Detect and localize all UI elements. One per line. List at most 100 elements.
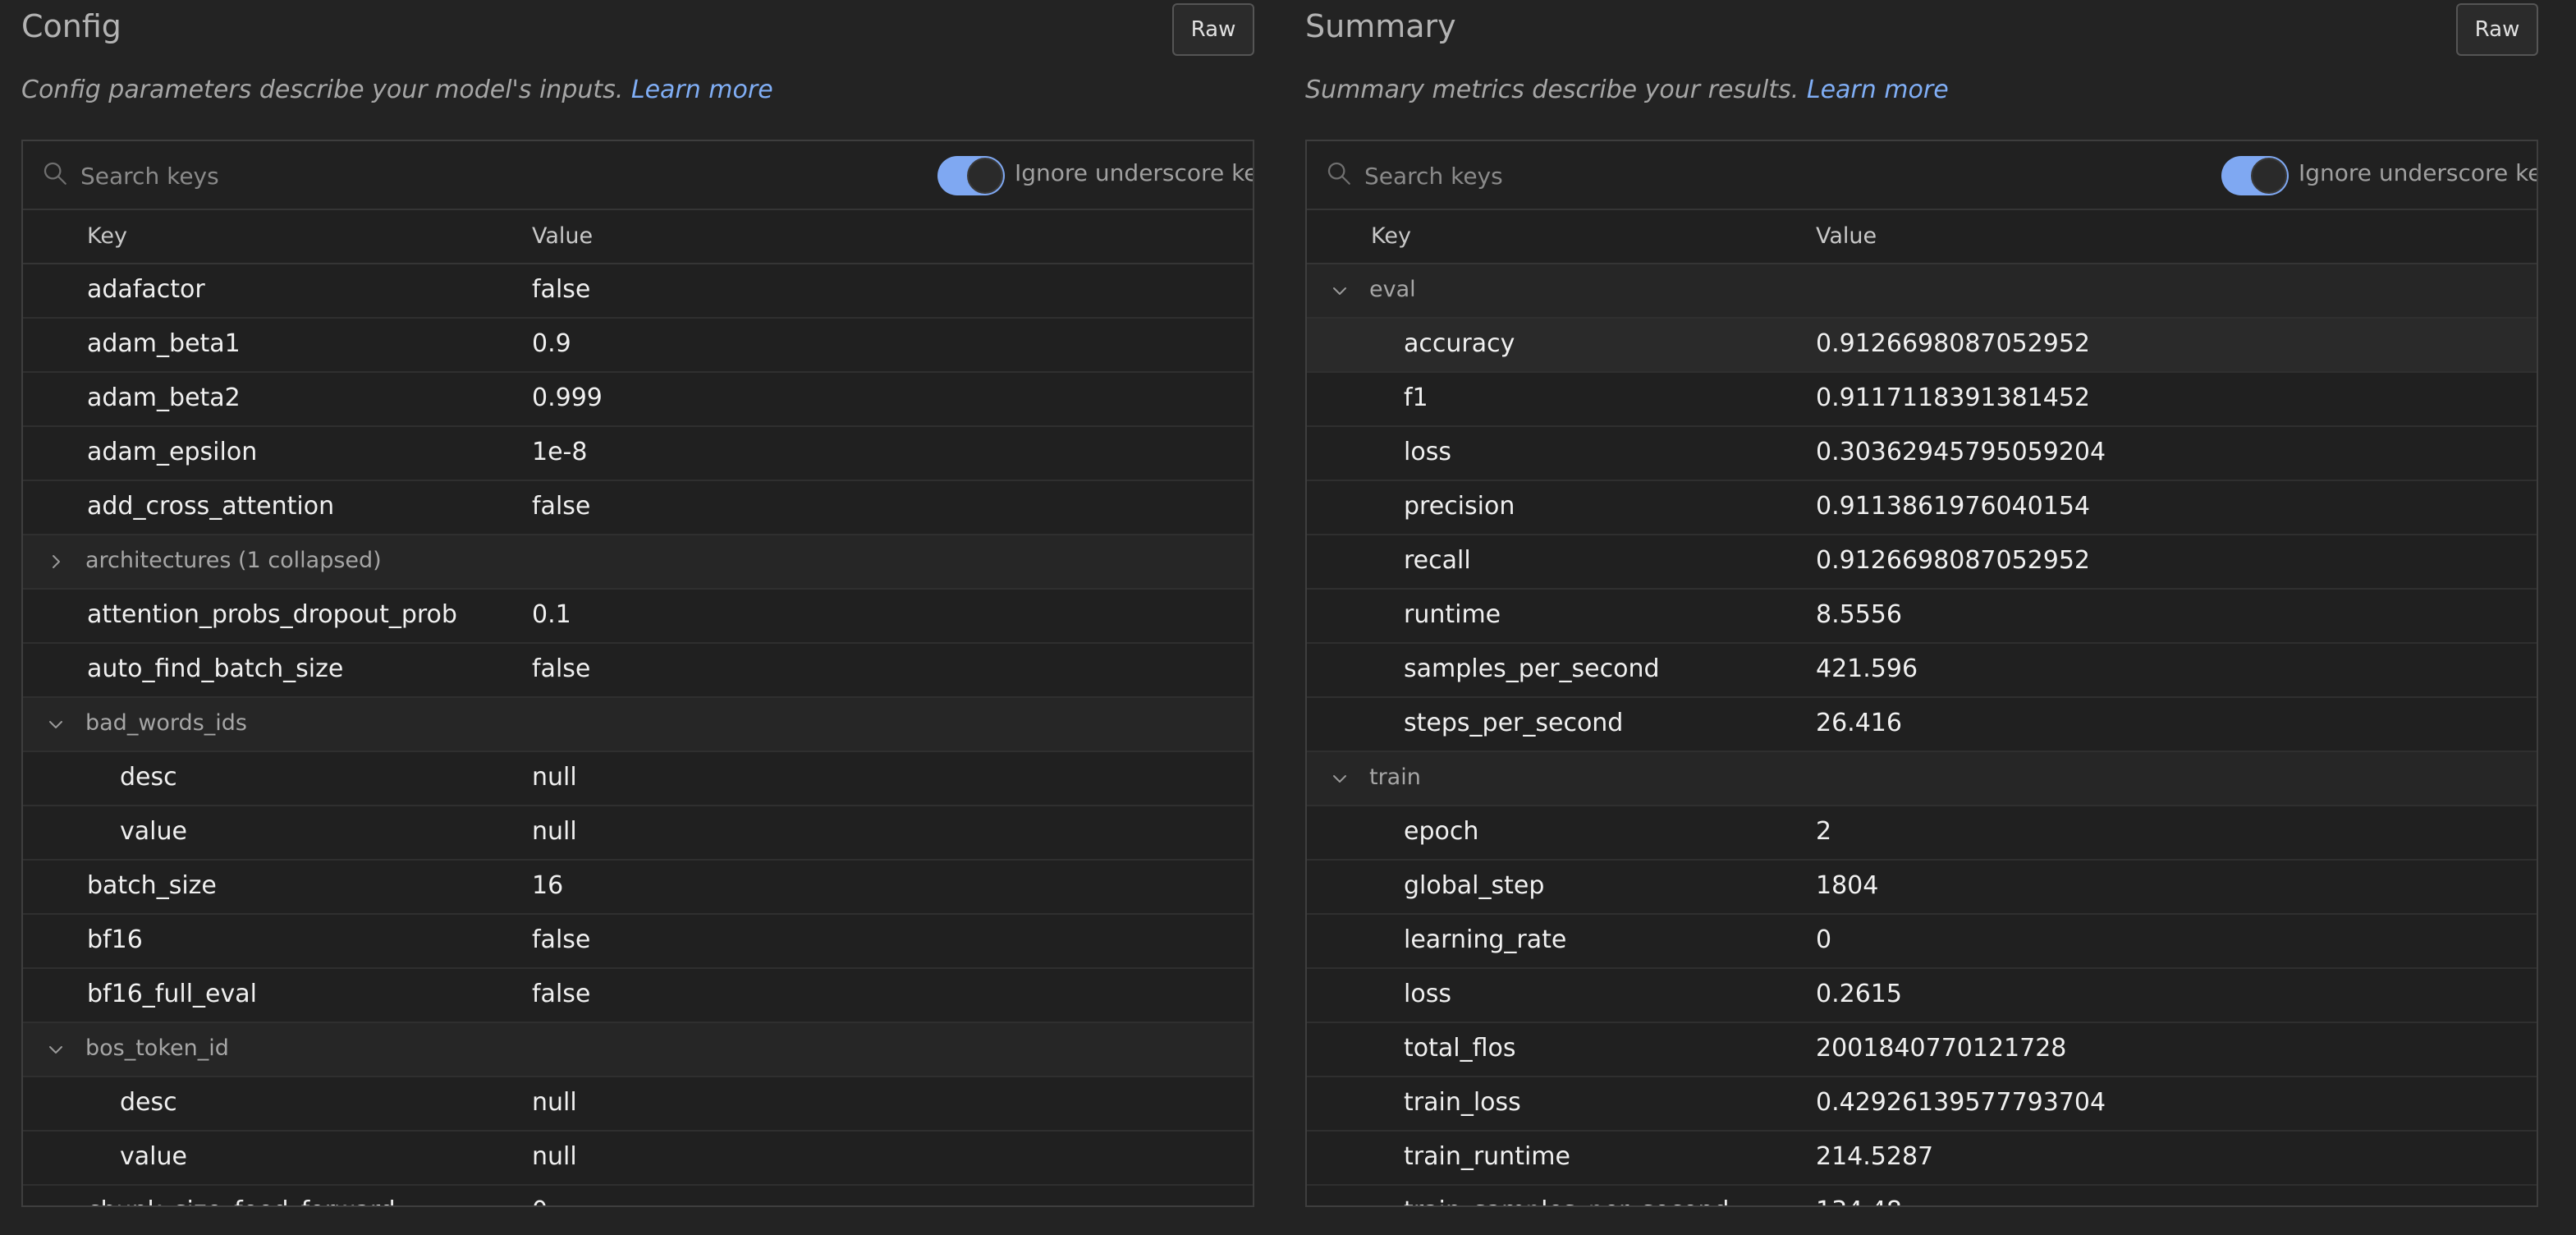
config-group-row[interactable]: bos_token_id xyxy=(23,1023,1253,1077)
summary-table-row: recall 0.9126698087052952 xyxy=(1307,535,2537,590)
config-group-row[interactable]: bad_words_ids xyxy=(23,698,1253,752)
config-search-input[interactable] xyxy=(79,156,821,195)
row-key: desc xyxy=(120,1088,177,1117)
search-icon xyxy=(44,162,66,185)
row-key: chunk_size_feed_forward xyxy=(87,1196,396,1205)
chevron-right-icon[interactable] xyxy=(46,552,66,572)
summary-table-row: loss 0.2615 xyxy=(1307,969,2537,1023)
row-key: auto_find_batch_size xyxy=(87,654,344,683)
row-value: 2 xyxy=(1816,817,1832,846)
summary-raw-button[interactable]: Raw xyxy=(2456,3,2538,56)
row-value: false xyxy=(532,492,591,521)
row-value: 0 xyxy=(532,1196,548,1205)
toggle-knob xyxy=(967,158,1003,194)
row-key: steps_per_second xyxy=(1404,709,1624,737)
row-value: null xyxy=(532,1142,577,1171)
row-key: precision xyxy=(1404,492,1515,521)
row-value: null xyxy=(532,1088,577,1117)
summary-table-row: samples_per_second 421.596 xyxy=(1307,644,2537,698)
config-search-bar: Ignore underscore keys xyxy=(23,141,1253,210)
summary-ignore-underscore-toggle[interactable] xyxy=(2221,156,2289,195)
group-key: eval xyxy=(1369,277,1416,302)
summary-learn-more-link[interactable]: Learn more xyxy=(1807,76,1949,104)
summary-group-row[interactable]: eval xyxy=(1307,264,2537,319)
summary-table-row: global_step 1804 xyxy=(1307,861,2537,915)
chevron-down-icon[interactable] xyxy=(1330,769,1350,788)
summary-description-text: Summary metrics describe your results. xyxy=(1305,76,1799,104)
summary-toggle-label: Ignore underscore keys xyxy=(2299,159,2537,186)
row-key: learning_rate xyxy=(1404,925,1567,954)
config-table-row: adam_beta1 0.9 xyxy=(23,319,1253,373)
config-table-row: batch_size 16 xyxy=(23,861,1253,915)
row-value: 0.1 xyxy=(532,600,571,629)
row-key: f1 xyxy=(1404,383,1428,412)
summary-table-row: train_runtime 214.5287 xyxy=(1307,1132,2537,1186)
summary-table-row: total_flos 2001840770121728 xyxy=(1307,1023,2537,1077)
row-value: 0.9113861976040154 xyxy=(1816,492,2091,521)
config-table-row: value null xyxy=(23,1132,1253,1186)
row-key: recall xyxy=(1404,546,1471,575)
config-table-row: bf16_full_eval false xyxy=(23,969,1253,1023)
summary-table-row: learning_rate 0 xyxy=(1307,915,2537,969)
config-table-row: auto_find_batch_size false xyxy=(23,644,1253,698)
row-key: adafactor xyxy=(87,275,205,304)
row-value: false xyxy=(532,925,591,954)
row-key: value xyxy=(120,817,187,846)
row-value: 214.5287 xyxy=(1816,1142,1934,1171)
row-value: 0.9126698087052952 xyxy=(1816,329,2091,358)
config-learn-more-link[interactable]: Learn more xyxy=(631,76,773,104)
row-key: loss xyxy=(1404,438,1451,466)
row-value: false xyxy=(532,980,591,1008)
row-value: 421.596 xyxy=(1816,654,1918,683)
row-key: value xyxy=(120,1142,187,1171)
config-table-row: adafactor false xyxy=(23,264,1253,319)
summary-header-row: Key Value xyxy=(1307,210,2537,264)
summary-table-row: train_samples_per_second 134.48 xyxy=(1307,1186,2537,1205)
summary-table-row: epoch 2 xyxy=(1307,806,2537,861)
chevron-down-icon[interactable] xyxy=(46,714,66,734)
row-value: 0.999 xyxy=(532,383,603,412)
row-value: 0.9126698087052952 xyxy=(1816,546,2091,575)
config-header-key: Key xyxy=(87,223,127,249)
config-header-value: Value xyxy=(532,223,594,249)
config-group-row[interactable]: architectures (1 collapsed) xyxy=(23,535,1253,590)
row-key: train_loss xyxy=(1404,1088,1521,1117)
row-key: adam_epsilon xyxy=(87,438,258,466)
summary-group-row[interactable]: train xyxy=(1307,752,2537,806)
summary-header-key: Key xyxy=(1371,223,1411,249)
summary-table-row: f1 0.9117118391381452 xyxy=(1307,373,2537,427)
summary-panel: Summary Raw Summary metrics describe you… xyxy=(1305,0,2538,1235)
row-value: 134.48 xyxy=(1816,1196,1902,1205)
summary-table: Ignore underscore keys Key Value eval acc… xyxy=(1305,140,2538,1207)
config-raw-button[interactable]: Raw xyxy=(1172,3,1254,56)
chevron-down-icon[interactable] xyxy=(46,1040,66,1059)
row-key: train_samples_per_second xyxy=(1404,1196,1729,1205)
summary-description: Summary metrics describe your results. L… xyxy=(1305,76,1949,104)
summary-table-row: accuracy 0.9126698087052952 xyxy=(1307,319,2537,373)
config-table: Ignore underscore keys Key Value adafact… xyxy=(21,140,1254,1207)
config-table-row: chunk_size_feed_forward 0 xyxy=(23,1186,1253,1205)
row-value: 16 xyxy=(532,871,564,900)
row-key: attention_probs_dropout_prob xyxy=(87,600,457,629)
row-key: loss xyxy=(1404,980,1451,1008)
row-value: 1e-8 xyxy=(532,438,588,466)
row-value: 0 xyxy=(1816,925,1832,954)
config-table-row: attention_probs_dropout_prob 0.1 xyxy=(23,590,1253,644)
config-table-row: add_cross_attention false xyxy=(23,481,1253,535)
row-key: batch_size xyxy=(87,871,217,900)
toggle-knob xyxy=(2251,158,2287,194)
row-value: false xyxy=(532,275,591,304)
row-key: train_runtime xyxy=(1404,1142,1570,1171)
row-value: 0.30362945795059204 xyxy=(1816,438,2106,466)
summary-search-bar: Ignore underscore keys xyxy=(1307,141,2537,210)
summary-search-input[interactable] xyxy=(1363,156,2105,195)
config-ignore-underscore-toggle[interactable] xyxy=(937,156,1005,195)
config-table-row: adam_epsilon 1e-8 xyxy=(23,427,1253,481)
row-key: adam_beta2 xyxy=(87,383,241,412)
config-table-row: adam_beta2 0.999 xyxy=(23,373,1253,427)
config-table-row: desc null xyxy=(23,752,1253,806)
config-title: Config xyxy=(21,8,121,44)
chevron-down-icon[interactable] xyxy=(1330,281,1350,301)
group-key: bad_words_ids xyxy=(85,710,247,736)
row-key: desc xyxy=(120,763,177,792)
